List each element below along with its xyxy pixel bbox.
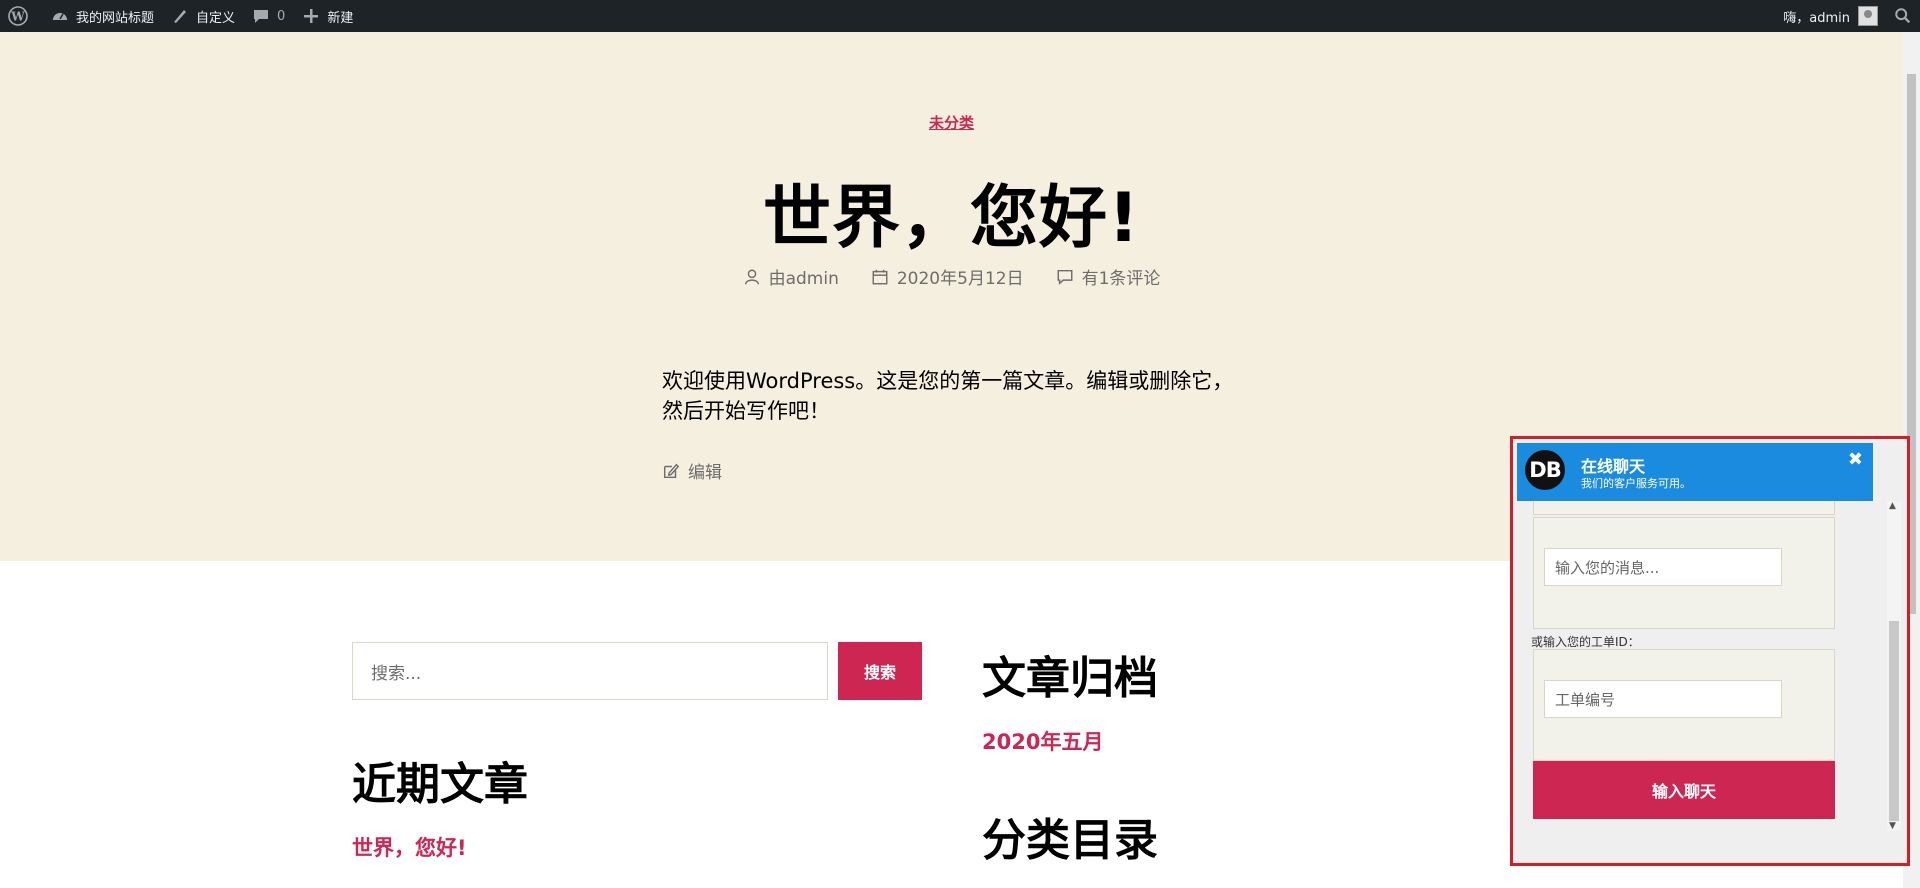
category-link-wrapper: 未分类: [0, 112, 1903, 133]
svg-text:W: W: [10, 10, 25, 24]
user-icon: [744, 269, 759, 284]
chat-scrollbar-thumb[interactable]: [1889, 621, 1899, 821]
scroll-down-icon[interactable]: ▼: [1889, 821, 1896, 831]
chat-header[interactable]: DB 在线聊天 我们的客户服务可用。 ✖: [1517, 443, 1873, 501]
avatar: [1858, 6, 1878, 26]
post-author[interactable]: 由admin: [743, 264, 839, 289]
chat-logo: DB: [1525, 450, 1565, 490]
dashboard-icon: [53, 13, 67, 20]
customize-menu[interactable]: 自定义: [162, 0, 243, 32]
search-toggle[interactable]: [1886, 0, 1920, 32]
ticket-label: 或输入您的工单ID：: [1531, 635, 1640, 649]
post-title[interactable]: 世界，您好!: [0, 162, 1903, 261]
brush-icon: [174, 10, 187, 23]
close-icon[interactable]: ✖: [1848, 449, 1863, 470]
wordpress-icon: W: [8, 6, 28, 26]
chat-title: 在线聊天: [1581, 457, 1646, 476]
search-input[interactable]: 搜索...: [352, 642, 828, 700]
archives-title: 文章归档: [982, 653, 1158, 704]
customize-label: 自定义: [196, 10, 236, 26]
chat-box-top: [1533, 501, 1835, 515]
admin-bar: W 我的网站标题 自定义 0 新建 嗨，admin: [0, 0, 1920, 32]
category-link[interactable]: 未分类: [929, 114, 974, 132]
edit-icon: [663, 463, 680, 478]
site-name-label: 我的网站标题: [76, 10, 155, 26]
post-comments[interactable]: 有1条评论: [1056, 264, 1161, 289]
comments-count: 0: [277, 8, 286, 24]
greeting-label: 嗨，admin: [1783, 10, 1850, 26]
scroll-up-icon[interactable]: ▲: [1889, 501, 1896, 511]
post-date[interactable]: 2020年5月12日: [871, 264, 1024, 289]
plus-icon: [304, 9, 319, 23]
new-content-menu[interactable]: 新建: [293, 0, 361, 32]
comment-bubble-icon: [1057, 269, 1073, 285]
calendar-icon: [872, 269, 888, 284]
comment-icon: [254, 10, 269, 23]
recent-post-link[interactable]: 世界，您好!: [352, 832, 467, 862]
search-button[interactable]: 搜索: [838, 642, 922, 700]
post-content: 欢迎使用WordPress。这是您的第一篇文章。编辑或删除它， 然后开始写作吧！: [662, 366, 1242, 426]
live-chat-widget: DB 在线聊天 我们的客户服务可用。 ✖ ▲ ▼ 输入您的消息... 或输入您的…: [1510, 436, 1910, 866]
my-account-menu[interactable]: 嗨，admin: [1775, 0, 1886, 32]
admin-bar-right: 嗨，admin: [1775, 0, 1920, 32]
chat-subtitle: 我们的客户服务可用。: [1581, 477, 1691, 490]
edit-label: 编辑: [688, 463, 722, 483]
recent-posts-title: 近期文章: [352, 759, 528, 810]
comments-menu[interactable]: 0: [243, 0, 293, 32]
post-comments-label: 有1条评论: [1081, 269, 1161, 289]
ticket-input[interactable]: 工单编号: [1544, 680, 1782, 718]
enter-chat-button[interactable]: 输入聊天: [1533, 761, 1835, 819]
content-line-1: 欢迎使用WordPress。这是您的第一篇文章。编辑或删除它，: [662, 369, 1234, 393]
wordpress-logo-button[interactable]: W: [0, 0, 42, 32]
content-line-2: 然后开始写作吧！: [662, 399, 830, 423]
site-name-menu[interactable]: 我的网站标题: [42, 0, 162, 32]
post-author-label: 由admin: [768, 269, 839, 289]
post-date-label: 2020年5月12日: [896, 269, 1024, 289]
post-meta: 由admin 2020年5月12日 有1条评论: [0, 264, 1903, 289]
message-input[interactable]: 输入您的消息...: [1544, 548, 1782, 586]
search-icon: [1895, 8, 1911, 24]
archive-link[interactable]: 2020年五月: [982, 726, 1103, 756]
edit-link[interactable]: 编辑: [662, 458, 722, 483]
chat-scrollbar[interactable]: ▲ ▼: [1887, 501, 1901, 831]
categories-title: 分类目录: [982, 815, 1158, 866]
new-label: 新建: [327, 10, 354, 26]
